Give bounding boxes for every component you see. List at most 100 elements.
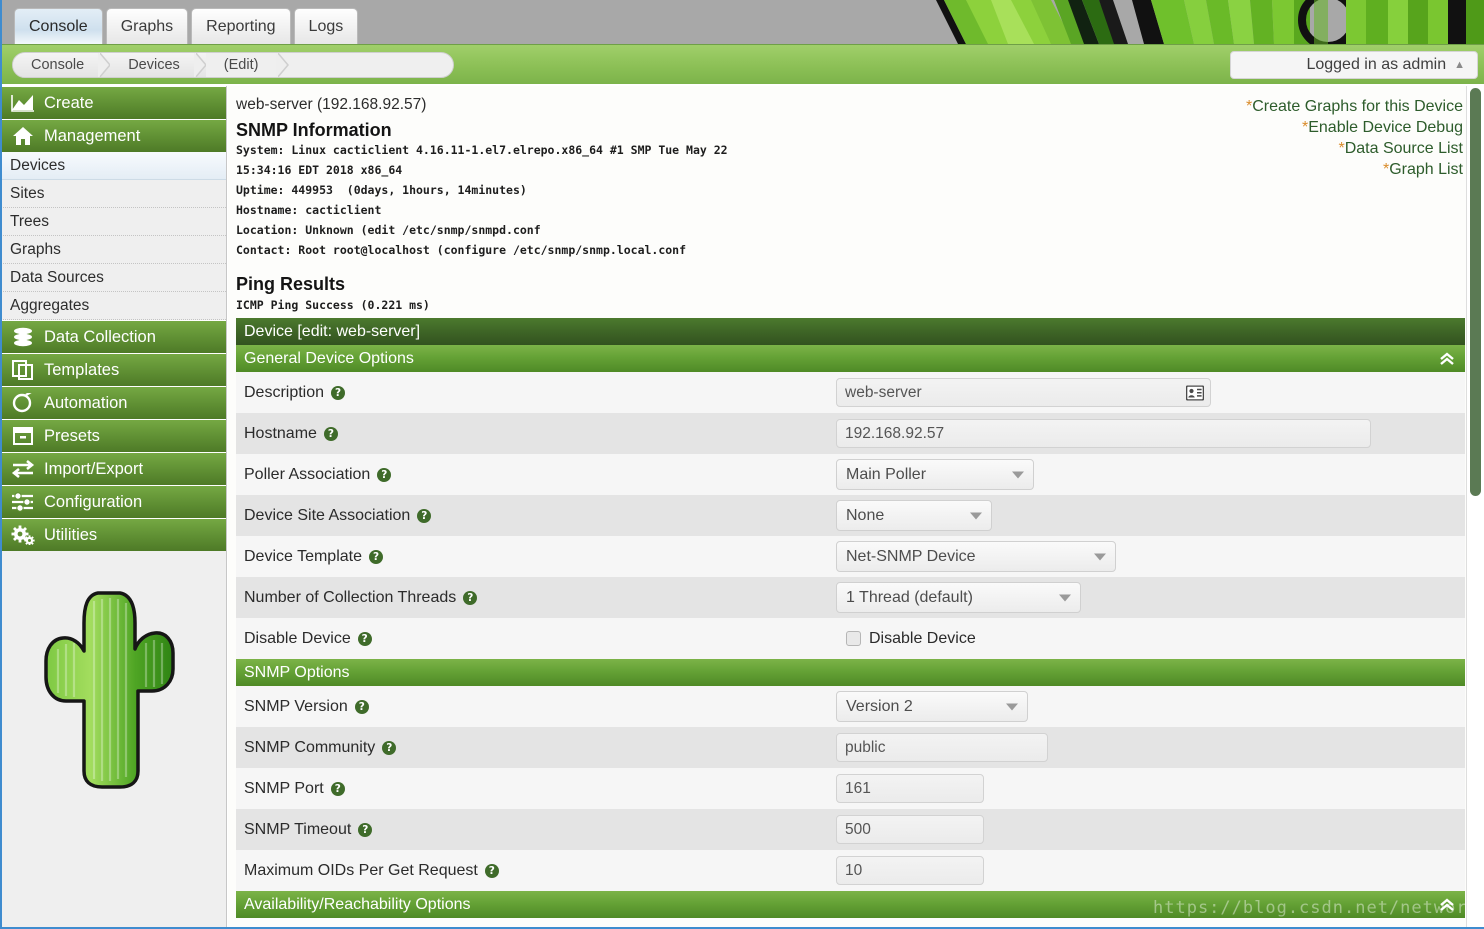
scrollbar-thumb[interactable] (1470, 88, 1481, 496)
section-title: SNMP Options (244, 663, 350, 681)
max-oids-input[interactable]: 10 (836, 856, 984, 885)
graph-area-icon (10, 92, 36, 114)
disable-device-checkbox-wrap: Disable Device (846, 630, 976, 648)
form-row-hostname: Hostname ? 192.168.92.57 (236, 413, 1465, 454)
help-icon[interactable]: ? (358, 822, 373, 837)
sidebar-label: Graphs (10, 240, 61, 258)
breadcrumb-item-console[interactable]: Console (13, 53, 111, 77)
help-icon[interactable]: ? (377, 467, 392, 482)
select-value: Main Poller (846, 465, 927, 483)
poller-association-select[interactable]: Main Poller (836, 459, 1034, 490)
help-icon[interactable]: ? (331, 385, 346, 400)
chevron-down-icon (1006, 703, 1018, 710)
sidebar-item-devices[interactable]: Devices (0, 152, 226, 180)
sidebar-item-sites[interactable]: Sites (0, 180, 226, 208)
tab-graphs[interactable]: Graphs (105, 8, 189, 44)
help-icon[interactable]: ? (417, 508, 432, 523)
database-icon (10, 326, 36, 348)
sidebar-item-trees[interactable]: Trees (0, 208, 226, 236)
sidebar-label: Data Sources (10, 268, 104, 286)
section-header-snmp-options[interactable]: SNMP Options (236, 659, 1465, 686)
breadcrumb-strip: Console Devices (Edit) Logged in as admi… (0, 44, 1484, 84)
snmp-port-input[interactable]: 161 (836, 774, 984, 803)
snmp-line: Location: Unknown (edit /etc/snmp/snmpd.… (236, 223, 541, 237)
sidebar: Create Management Devices Sites Trees Gr… (0, 86, 227, 929)
help-icon[interactable]: ? (323, 426, 338, 441)
chevron-double-up-icon[interactable] (1439, 351, 1455, 367)
select-value: None (846, 506, 885, 524)
sidebar-label: Automation (44, 393, 128, 412)
help-icon[interactable]: ? (382, 740, 397, 755)
tab-reporting[interactable]: Reporting (191, 8, 291, 44)
help-icon[interactable]: ? (484, 863, 499, 878)
help-icon[interactable]: ? (368, 549, 383, 564)
logged-in-user-menu[interactable]: Logged in as admin ▲ (1230, 51, 1478, 79)
sidebar-item-create[interactable]: Create (0, 86, 226, 119)
link-data-source-list[interactable]: *Data Source List (1246, 138, 1463, 159)
section-header-availability-reachability-options[interactable]: Availability/Reachability Options (236, 891, 1465, 918)
sidebar-item-configuration[interactable]: Configuration (0, 485, 226, 518)
page-scrollbar[interactable] (1466, 86, 1482, 929)
link-create-graphs[interactable]: *Create Graphs for this Device (1246, 96, 1463, 117)
device-edit-form: Device [edit: web-server] General Device… (236, 318, 1465, 918)
sidebar-item-automation[interactable]: Automation (0, 386, 226, 419)
section-header-general-device-options[interactable]: General Device Options (236, 345, 1465, 372)
device-title: web-server (192.168.92.57) (236, 96, 427, 113)
sidebar-item-data-sources[interactable]: Data Sources (0, 264, 226, 292)
breadcrumb-item-devices[interactable]: Devices (110, 53, 206, 77)
collection-threads-select[interactable]: 1 Thread (default) (836, 582, 1081, 613)
snmp-version-select[interactable]: Version 2 (836, 691, 1028, 722)
chevron-double-up-icon[interactable] (1439, 897, 1455, 913)
sidebar-item-aggregates[interactable]: Aggregates (0, 292, 226, 320)
id-card-icon[interactable] (1185, 384, 1205, 401)
input-value: 500 (845, 820, 871, 838)
field-label: Description ? (236, 384, 836, 402)
select-value: Net-SNMP Device (846, 547, 976, 565)
description-input[interactable]: web-server (836, 378, 1211, 407)
sliders-icon (10, 491, 36, 513)
hostname-input[interactable]: 192.168.92.57 (836, 419, 1371, 448)
device-action-links: *Create Graphs for this Device *Enable D… (1246, 96, 1463, 180)
snmp-community-input[interactable]: public (836, 733, 1048, 762)
sidebar-label: Devices (10, 156, 66, 174)
form-row-poller-association: Poller Association ? Main Poller (236, 454, 1465, 495)
link-graph-list[interactable]: *Graph List (1246, 159, 1463, 180)
help-icon[interactable]: ? (357, 631, 372, 646)
copy-icon (10, 359, 36, 381)
input-value: 192.168.92.57 (845, 424, 945, 442)
sidebar-item-presets[interactable]: Presets (0, 419, 226, 452)
form-row-snmp-timeout: SNMP Timeout ? 500 (236, 809, 1465, 850)
link-enable-device-debug[interactable]: *Enable Device Debug (1246, 117, 1463, 138)
help-icon[interactable]: ? (354, 699, 369, 714)
sidebar-item-management[interactable]: Management (0, 119, 226, 152)
sidebar-item-graphs[interactable]: Graphs (0, 236, 226, 264)
sidebar-item-utilities[interactable]: Utilities (0, 518, 226, 551)
snmp-timeout-input[interactable]: 500 (836, 815, 984, 844)
device-template-select[interactable]: Net-SNMP Device (836, 541, 1116, 572)
disable-device-checkbox[interactable] (846, 631, 861, 646)
field-label: SNMP Timeout ? (236, 821, 836, 839)
main-tab-bar: Console Graphs Reporting Logs (14, 8, 359, 44)
form-row-snmp-version: SNMP Version ? Version 2 (236, 686, 1465, 727)
ping-results-heading: Ping Results (236, 274, 346, 294)
tab-console[interactable]: Console (14, 8, 103, 44)
form-row-device-site-association: Device Site Association ? None (236, 495, 1465, 536)
input-value: web-server (845, 383, 922, 401)
form-row-snmp-port: SNMP Port ? 161 (236, 768, 1465, 809)
device-site-association-select[interactable]: None (836, 500, 992, 531)
sidebar-label: Aggregates (10, 296, 90, 314)
sidebar-item-templates[interactable]: Templates (0, 353, 226, 386)
select-value: Version 2 (846, 697, 913, 715)
sidebar-item-import-export[interactable]: Import/Export (0, 452, 226, 485)
form-row-collection-threads: Number of Collection Threads ? 1 Thread … (236, 577, 1465, 618)
help-icon[interactable]: ? (330, 781, 345, 796)
input-value: 10 (845, 861, 863, 879)
input-value: public (845, 738, 886, 756)
breadcrumb-item-edit[interactable]: (Edit) (205, 53, 289, 77)
section-title: General Device Options (244, 349, 414, 367)
sidebar-item-data-collection[interactable]: Data Collection (0, 320, 226, 353)
field-label: SNMP Port ? (236, 780, 836, 798)
help-icon[interactable]: ? (463, 590, 478, 605)
tab-logs[interactable]: Logs (293, 8, 359, 44)
home-icon (10, 125, 36, 147)
